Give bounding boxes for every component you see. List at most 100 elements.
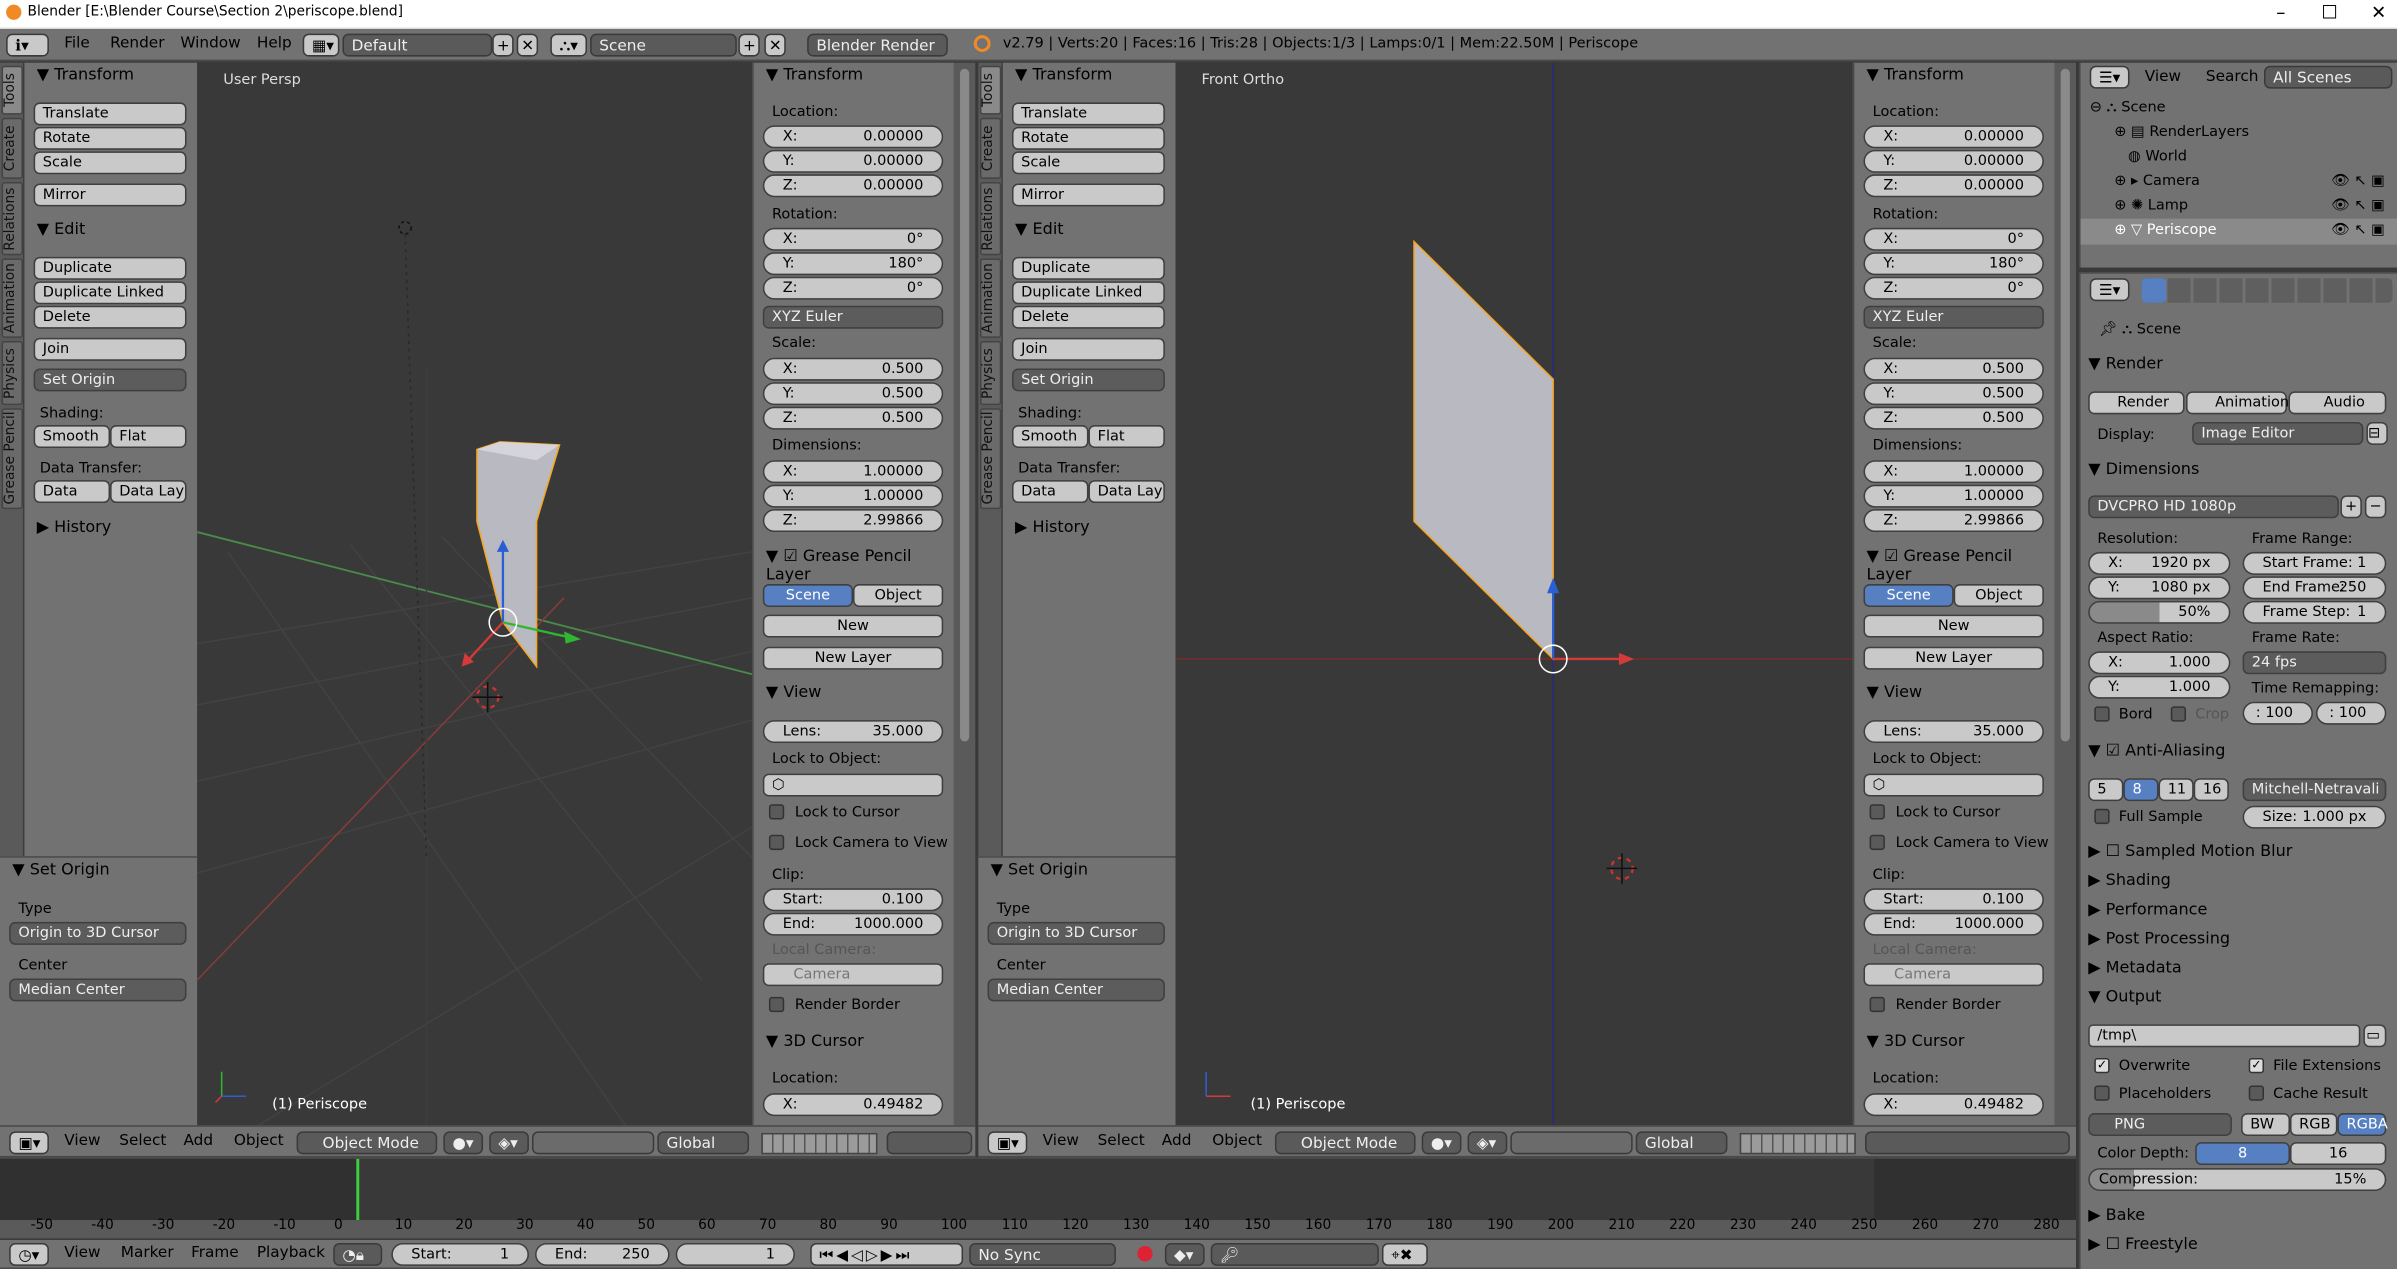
add-scene-button[interactable]: + <box>738 33 760 57</box>
translate-button[interactable]: Translate <box>33 102 187 126</box>
remove-preset-button[interactable]: − <box>2364 495 2387 519</box>
n-panel-scrollbar-left[interactable] <box>953 62 976 1126</box>
scene-icon[interactable]: ⛬▾ <box>550 33 588 57</box>
time-remap-old-field[interactable]: : 100 <box>2242 701 2313 725</box>
add-layout-button[interactable]: + <box>492 33 514 57</box>
dimension-z-field[interactable]: Z: 2.99866 <box>762 509 944 533</box>
lock-to-cursor-checkbox[interactable] <box>768 804 785 820</box>
menu-object[interactable]: Object <box>234 1133 284 1150</box>
snap-toggles[interactable] <box>886 1131 973 1155</box>
outliner-item-renderlayers[interactable]: ⊕ ▤ RenderLayers <box>2114 124 2249 141</box>
tab-create-r[interactable]: Create <box>979 117 1002 179</box>
aa-size-field[interactable]: Size: 1.000 px <box>2242 805 2387 829</box>
location-x-field-r[interactable]: X: 0.00000 <box>1863 125 2044 149</box>
render-context-tab[interactable] <box>2141 278 2167 303</box>
viewport-user-persp[interactable]: User Persp (1) Periscope <box>197 62 753 1126</box>
timeline-editor-icon[interactable]: ◷▾ <box>9 1242 49 1266</box>
menu-add[interactable]: Add <box>183 1133 213 1150</box>
outliner-editor-icon[interactable]: ☰▾ <box>2089 65 2130 89</box>
dimension-z-field-r[interactable]: Z: 2.99866 <box>1863 509 2044 533</box>
clip-end-field-r[interactable]: End: 1000.000 <box>1863 912 2044 936</box>
clip-start-field[interactable]: Start: 0.100 <box>762 888 944 912</box>
n-transform-header[interactable]: ▼ Transform <box>766 66 863 84</box>
aa-samples-5[interactable]: 5 <box>2088 778 2124 802</box>
origin-type-select-r[interactable]: Origin to 3D Cursor <box>987 921 1165 945</box>
tab-animation[interactable]: Animation <box>1 258 23 338</box>
render-preset-select[interactable]: DVCPRO HD 1080p <box>2088 495 2339 519</box>
menu-file[interactable]: File <box>64 35 90 52</box>
tab-animation-r[interactable]: Animation <box>979 258 1002 338</box>
file-format-select[interactable]: PNG <box>2088 1113 2232 1136</box>
duplicate-button-r[interactable]: Duplicate <box>1011 256 1165 280</box>
crop-checkbox[interactable] <box>2170 706 2187 722</box>
layers-grid[interactable] <box>761 1132 878 1155</box>
n-panel-scrollbar-right[interactable] <box>2054 62 2076 1126</box>
color-depth-8-button[interactable]: 8 <box>2195 1142 2290 1166</box>
scale-button-r[interactable]: Scale <box>1011 151 1165 175</box>
performance-panel-header[interactable]: ▶ Performance <box>2088 901 2388 929</box>
resolution-y-field[interactable]: Y: 1080 px <box>2088 576 2231 600</box>
visibility-eye-icon-2[interactable]: 👁︎ ↖ ▣ <box>2331 197 2385 214</box>
smooth-button[interactable]: Smooth <box>33 425 111 448</box>
edit-panel-header-r[interactable]: ▼ Edit <box>1015 220 1064 238</box>
data-transfer-button-r[interactable]: Data <box>1011 480 1089 504</box>
location-y-field[interactable]: Y: 0.00000 <box>762 149 944 173</box>
object-mode-select[interactable]: Object Mode <box>296 1131 438 1155</box>
timeline-menu-frame[interactable]: Frame <box>191 1245 239 1262</box>
menu-select[interactable]: Select <box>119 1133 166 1150</box>
color-rgb-button[interactable]: RGB <box>2289 1113 2338 1136</box>
flat-button-r[interactable]: Flat <box>1088 425 1165 448</box>
scale-button[interactable]: Scale <box>33 151 187 175</box>
join-button[interactable]: Join <box>33 337 187 361</box>
layout-icon[interactable]: ▦▾ <box>302 33 340 57</box>
delete-button-r[interactable]: Delete <box>1011 305 1165 329</box>
rotation-x-field[interactable]: X: 0° <box>762 227 944 251</box>
remove-layout-button[interactable]: ✕ <box>516 33 539 57</box>
data-transfer-button[interactable]: Data <box>33 480 111 504</box>
timeline-ruler[interactable] <box>0 1220 2076 1239</box>
scale-z-field[interactable]: Z: 0.500 <box>762 406 944 430</box>
tab-physics-r[interactable]: Physics <box>979 340 1002 406</box>
lock-to-cursor-checkbox-r[interactable] <box>1869 804 1885 820</box>
lock-camera-checkbox[interactable] <box>768 834 785 851</box>
render-button[interactable]: Render <box>2088 391 2185 415</box>
shading-panel-header[interactable]: ▶ Shading <box>2088 871 2388 899</box>
playback-controls[interactable]: ⏮◀◁▷▶⏭ <box>810 1242 964 1266</box>
gp-scene-button[interactable]: Scene <box>762 584 854 607</box>
location-z-field-r[interactable]: Z: 0.00000 <box>1863 174 2044 198</box>
placeholders-checkbox[interactable] <box>2094 1085 2110 1101</box>
menu-render[interactable]: Render <box>110 35 164 52</box>
maximize-button[interactable]: ☐ <box>2314 2 2345 23</box>
add-preset-button[interactable]: + <box>2340 495 2362 519</box>
aspect-x-field[interactable]: X: 1.000 <box>2088 651 2231 675</box>
render-border-checkbox-r[interactable] <box>1869 996 1885 1013</box>
timeline-menu-marker[interactable]: Marker <box>121 1245 174 1262</box>
tab-grease-pencil-r[interactable]: Grease Pencil <box>979 408 1002 510</box>
dimension-y-field-r[interactable]: Y: 1.00000 <box>1863 484 2044 508</box>
rotate-button-r[interactable]: Rotate <box>1011 126 1165 150</box>
menu-view-r[interactable]: View <box>1043 1133 1079 1150</box>
center-select[interactable]: Median Center <box>9 978 187 1002</box>
rotation-mode-select-r[interactable]: XYZ Euler <box>1863 305 2044 329</box>
operator-header-r[interactable]: ▼ Set Origin <box>991 861 1088 879</box>
aa-samples-11[interactable]: 11 <box>2158 778 2194 802</box>
output-path-field[interactable]: /tmp\ <box>2088 1024 2361 1048</box>
rotation-y-field[interactable]: Y: 180° <box>762 252 944 276</box>
output-panel-header[interactable]: ▼ Output <box>2088 988 2388 1016</box>
end-frame-field[interactable]: End Frame: 250 <box>2242 576 2387 600</box>
output-folder-icon[interactable]: ▭ <box>2363 1024 2387 1048</box>
rotation-z-field[interactable]: Z: 0° <box>762 276 944 300</box>
overwrite-checkbox[interactable]: ✓ <box>2094 1057 2110 1074</box>
rotation-x-field-r[interactable]: X: 0° <box>1863 227 2044 251</box>
menu-help[interactable]: Help <box>257 35 292 52</box>
translate-button-r[interactable]: Translate <box>1011 102 1165 126</box>
gp-object-button-r[interactable]: Object <box>1953 584 2044 607</box>
screen-layout-field[interactable]: Default <box>342 33 493 57</box>
lock-object-field[interactable]: ⬡ <box>762 773 944 797</box>
viewport-shading-select-r[interactable]: ●▾ <box>1421 1131 1462 1155</box>
timeline-end-field[interactable]: End: 250 <box>535 1242 670 1266</box>
insert-keyframe-icon[interactable]: ⌖✖ <box>1381 1242 1428 1266</box>
frame-rate-select[interactable]: 24 fps <box>2242 651 2387 675</box>
editor-type-3d-icon[interactable]: ▣▾ <box>9 1131 49 1155</box>
scale-x-field-r[interactable]: X: 0.500 <box>1863 357 2044 381</box>
